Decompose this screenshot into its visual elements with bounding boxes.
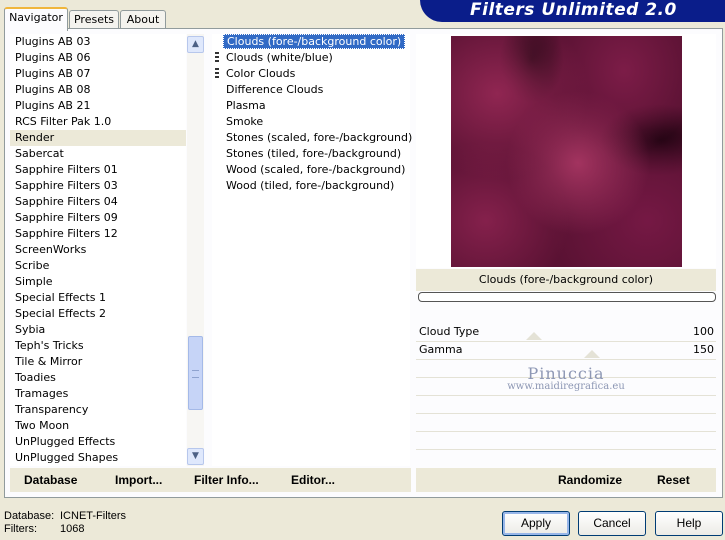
flag-icon bbox=[215, 68, 219, 80]
category-item[interactable]: Special Effects 2 bbox=[10, 306, 186, 322]
filter-label: Clouds (white/blue) bbox=[226, 51, 333, 64]
category-item[interactable]: Sabercat bbox=[10, 146, 186, 162]
category-item[interactable]: Plugins AB 07 bbox=[10, 66, 186, 82]
category-item[interactable]: ScreenWorks bbox=[10, 242, 186, 258]
filters-count: 1068 bbox=[60, 523, 85, 535]
category-item[interactable]: UnPlugged Effects bbox=[10, 434, 186, 450]
scroll-down-icon[interactable]: ▼ bbox=[187, 448, 204, 465]
filter-item[interactable]: Wood (scaled, fore-/background) bbox=[212, 162, 410, 178]
category-item[interactable]: Plugins AB 06 bbox=[10, 50, 186, 66]
filter-item-selected[interactable]: Clouds (fore-/background color) bbox=[212, 34, 410, 50]
category-item[interactable]: Sybia bbox=[10, 322, 186, 338]
tab-about[interactable]: About bbox=[120, 10, 166, 29]
filter-item[interactable]: Smoke bbox=[212, 114, 410, 130]
preview-filter-name: Clouds (fore-/background color) bbox=[416, 269, 716, 291]
category-item[interactable]: Tile & Mirror bbox=[10, 354, 186, 370]
param-divider bbox=[416, 449, 716, 450]
database-label: Database: bbox=[4, 510, 55, 522]
flag-icon bbox=[215, 52, 219, 64]
category-item[interactable]: Plugins AB 03 bbox=[10, 34, 186, 50]
filter-item[interactable]: Stones (scaled, fore-/background) bbox=[212, 130, 412, 146]
category-item[interactable]: Transparency bbox=[10, 402, 186, 418]
category-item-selected[interactable]: Render bbox=[10, 130, 186, 146]
tab-navigator[interactable]: Navigator bbox=[4, 7, 68, 31]
filter-item[interactable]: Difference Clouds bbox=[212, 82, 410, 98]
filter-label: Stones (tiled, fore-/background) bbox=[226, 147, 402, 160]
editor-button[interactable]: Editor... bbox=[291, 473, 335, 487]
filter-info-button[interactable]: Filter Info... bbox=[194, 473, 259, 487]
category-list[interactable]: Plugins AB 03 Plugins AB 06 Plugins AB 0… bbox=[10, 34, 186, 466]
tab-presets[interactable]: Presets bbox=[69, 10, 119, 29]
category-item[interactable]: Scribe bbox=[10, 258, 186, 274]
category-item[interactable]: Special Effects 1 bbox=[10, 290, 186, 306]
filters-label: Filters: bbox=[4, 523, 37, 535]
cancel-button[interactable]: Cancel bbox=[578, 511, 646, 536]
preview-image bbox=[451, 36, 682, 267]
category-item[interactable]: RCS Filter Pak 1.0 bbox=[10, 114, 186, 130]
filter-list[interactable]: Clouds (fore-/background color) Clouds (… bbox=[212, 34, 412, 466]
filter-label: Color Clouds bbox=[226, 67, 296, 80]
category-item[interactable]: Sapphire Filters 01 bbox=[10, 162, 186, 178]
category-item[interactable]: Tramages bbox=[10, 386, 186, 402]
param-divider bbox=[416, 395, 716, 396]
category-item[interactable]: Sapphire Filters 09 bbox=[10, 210, 186, 226]
category-item[interactable]: Plugins AB 08 bbox=[10, 82, 186, 98]
app-title: Filters Unlimited 2.0 bbox=[470, 0, 677, 20]
param-value: 100 bbox=[693, 325, 714, 338]
randomize-button[interactable]: Randomize bbox=[558, 473, 622, 487]
param-cloud-type[interactable]: Cloud Type 100 bbox=[416, 323, 716, 342]
scrollbar-thumb[interactable] bbox=[188, 336, 203, 410]
database-value: ICNET-Filters bbox=[60, 510, 126, 522]
reset-button[interactable]: Reset bbox=[657, 473, 690, 487]
filter-label: Plasma bbox=[226, 99, 266, 112]
category-scrollbar[interactable]: ▲ ▼ bbox=[187, 34, 204, 466]
progress-bar bbox=[418, 292, 716, 302]
param-name: Cloud Type bbox=[419, 325, 480, 338]
param-divider bbox=[416, 431, 716, 432]
filter-item[interactable]: Stones (tiled, fore-/background) bbox=[212, 146, 410, 162]
filter-label: Wood (tiled, fore-/background) bbox=[226, 179, 395, 192]
filter-label: Stones (scaled, fore-/background) bbox=[226, 131, 413, 144]
help-button[interactable]: Help bbox=[655, 511, 723, 536]
filter-label: Clouds (fore-/background color) bbox=[223, 34, 406, 49]
param-value: 150 bbox=[693, 343, 714, 356]
scroll-up-icon[interactable]: ▲ bbox=[187, 36, 204, 53]
watermark: Pinuccia www.maidiregrafica.eu bbox=[416, 364, 716, 392]
filter-label: Difference Clouds bbox=[226, 83, 324, 96]
category-item[interactable]: Sapphire Filters 04 bbox=[10, 194, 186, 210]
category-item[interactable]: Plugins AB 21 bbox=[10, 98, 186, 114]
category-item[interactable]: Simple bbox=[10, 274, 186, 290]
filter-label: Wood (scaled, fore-/background) bbox=[226, 163, 406, 176]
apply-button[interactable]: Apply bbox=[502, 511, 570, 536]
param-name: Gamma bbox=[419, 343, 463, 356]
category-item[interactable]: Teph's Tricks bbox=[10, 338, 186, 354]
param-divider bbox=[416, 413, 716, 414]
filter-item[interactable]: Plasma bbox=[212, 98, 410, 114]
filter-item[interactable]: Wood (tiled, fore-/background) bbox=[212, 178, 410, 194]
filter-item[interactable]: Clouds (white/blue) bbox=[212, 50, 410, 66]
category-item[interactable]: Sapphire Filters 12 bbox=[10, 226, 186, 242]
watermark-url: www.maidiregrafica.eu bbox=[507, 381, 625, 392]
filter-label: Smoke bbox=[226, 115, 264, 128]
category-item[interactable]: Toadies bbox=[10, 370, 186, 386]
category-item[interactable]: UnPlugged Shapes bbox=[10, 450, 186, 466]
category-item[interactable]: Two Moon bbox=[10, 418, 186, 434]
param-gamma[interactable]: Gamma 150 bbox=[416, 341, 716, 360]
database-button[interactable]: Database bbox=[24, 473, 77, 487]
category-item[interactable]: Sapphire Filters 03 bbox=[10, 178, 186, 194]
filter-item[interactable]: Color Clouds bbox=[212, 66, 410, 82]
import-button[interactable]: Import... bbox=[115, 473, 162, 487]
grip-icon bbox=[192, 370, 199, 378]
